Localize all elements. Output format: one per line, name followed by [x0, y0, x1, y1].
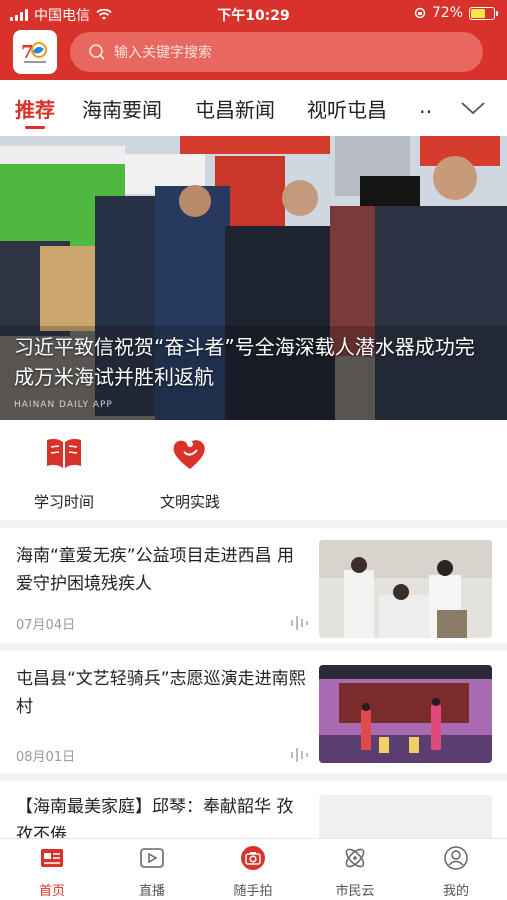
tab-tunchang-news[interactable]: 屯昌新闻 — [195, 94, 275, 123]
nav-live[interactable]: 直播 — [112, 845, 192, 899]
audio-icon[interactable] — [289, 615, 309, 631]
app-header: 中国电信 下午10:29 72% 7 输入关键字搜索 — [0, 0, 507, 80]
headline-banner[interactable]: 习近平致信祝贺“奋斗者”号全海深载人潜水器成功完成万米海试并胜利返航 HAINA… — [0, 136, 507, 420]
tab-recommend[interactable]: 推荐 — [15, 94, 55, 123]
quick-link-study[interactable]: 学习时间 — [14, 434, 114, 512]
audio-icon[interactable] — [289, 747, 309, 763]
nav-label: 市民云 — [335, 884, 375, 899]
nav-label: 直播 — [138, 884, 165, 899]
news-date: 07月04日 — [16, 618, 76, 633]
play-icon — [140, 848, 164, 868]
tabs-scroll: 推荐 海南要闻 屯昌新闻 视听屯昌 … — [0, 80, 432, 136]
tab-more-partial[interactable]: … — [419, 94, 432, 118]
news-thumbnail — [319, 665, 492, 763]
news-item[interactable]: 屯昌县“文艺轻骑兵”志愿巡演走进南熙村 08月01日 — [0, 651, 507, 773]
quick-link-civilization[interactable]: 文明实践 — [140, 434, 240, 512]
quick-link-label: 学习时间 — [33, 493, 94, 511]
news-item[interactable]: 【海南最美家庭】邱琴：奉献韶华 孜孜不倦 — [0, 781, 507, 838]
news-item[interactable]: 海南“童爱无疾”公益项目走进西昌 用爱守护困境残疾人 07月04日 — [0, 528, 507, 643]
tab-hainan-news[interactable]: 海南要闻 — [82, 94, 162, 123]
channel-tabs: 推荐 海南要闻 屯昌新闻 视听屯昌 … — [0, 80, 507, 136]
nav-label: 随手拍 — [233, 884, 273, 899]
nav-citizen-cloud[interactable]: 市民云 — [315, 845, 395, 899]
logo-icon: 7 — [21, 42, 47, 63]
search-bar[interactable]: 输入关键字搜索 — [70, 32, 483, 72]
news-thumbnail — [319, 540, 492, 638]
chevron-down-icon[interactable] — [458, 96, 488, 120]
atom-icon — [345, 848, 365, 868]
news-title: 【海南最美家庭】邱琴：奉献韶华 孜孜不倦 — [16, 797, 294, 838]
quick-links: 学习时间 文明实践 — [0, 420, 507, 520]
battery-icon — [469, 6, 498, 20]
quick-link-label: 文明实践 — [159, 493, 220, 511]
news-title: 海南“童爱无疾”公益项目走进西昌 用爱守护困境残疾人 — [16, 546, 295, 594]
banner-watermark: HAINAN DAILY APP — [14, 400, 113, 410]
user-icon — [444, 846, 468, 870]
news-icon — [41, 849, 63, 867]
nav-label: 我的 — [442, 884, 469, 899]
orientation-lock-icon — [414, 7, 426, 19]
search-placeholder: 输入关键字搜索 — [114, 45, 212, 61]
tab-tunchang-video[interactable]: 视听屯昌 — [307, 94, 387, 123]
nav-home[interactable]: 首页 — [12, 845, 92, 899]
app-logo[interactable]: 7 — [13, 30, 57, 74]
status-bar: 中国电信 下午10:29 72% — [0, 0, 507, 26]
nav-label: 首页 — [38, 884, 65, 899]
search-icon — [89, 44, 105, 60]
status-right: 72% — [414, 5, 498, 21]
bottom-nav: 首页 直播 随手拍 市民云 我的 — [0, 838, 507, 900]
news-photo — [319, 665, 492, 763]
news-thumbnail — [319, 795, 492, 838]
book-icon — [47, 438, 81, 468]
battery-fill — [471, 8, 486, 18]
news-date: 08月01日 — [16, 750, 76, 765]
banner-title: 习近平致信祝贺“奋斗者”号全海深载人潜水器成功完成万米海试并胜利返航 — [14, 335, 475, 389]
camera-icon — [241, 846, 265, 870]
active-tab-indicator — [25, 126, 45, 129]
battery-percent: 72% — [431, 5, 463, 21]
heart-icon — [173, 440, 205, 469]
news-title: 屯昌县“文艺轻骑兵”志愿巡演走进南熙村 — [16, 669, 306, 717]
nav-snapshot[interactable]: 随手拍 — [213, 845, 293, 899]
news-photo — [319, 540, 492, 638]
nav-mine[interactable]: 我的 — [416, 845, 496, 899]
